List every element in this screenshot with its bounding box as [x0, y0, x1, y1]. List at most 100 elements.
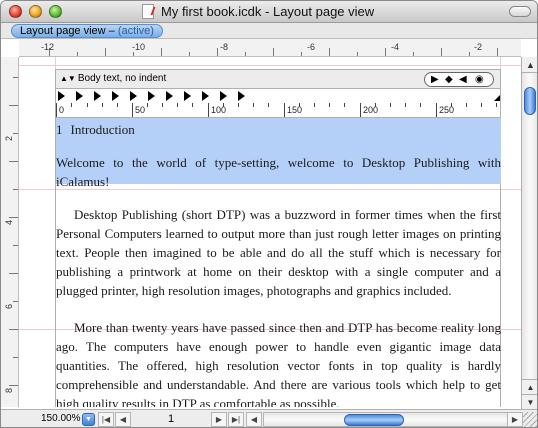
window-title: My first book.icdk - Layout page view — [161, 4, 375, 19]
tab-stop-marker[interactable] — [220, 91, 227, 101]
ruler-tick — [9, 105, 18, 106]
ruler-tick — [147, 103, 148, 107]
ruler-label: 2 — [4, 135, 14, 141]
scroll-up-arrow-icon[interactable]: ▲ — [522, 379, 537, 394]
ruler-label: -12 — [41, 42, 55, 52]
zoom-button[interactable] — [49, 5, 62, 18]
tab-stop-marker[interactable] — [238, 91, 245, 101]
first-page-button[interactable]: |◀ — [98, 412, 114, 427]
ruler-tick — [9, 385, 18, 386]
horizontal-ruler[interactable]: -12 -10 -8 -6 -4 -2 — [19, 39, 521, 57]
view-tab-strip: Layout page view – (active) — [1, 23, 537, 39]
ruler-tick — [133, 52, 134, 56]
ruler-tick — [208, 103, 209, 117]
ruler-label: -2 — [474, 42, 483, 52]
tab-separator: – — [105, 25, 118, 37]
ruler-tick — [9, 161, 18, 162]
vertical-scrollbar[interactable]: ▲ ▲ ▼ — [521, 57, 537, 411]
ruler-tick — [329, 48, 330, 56]
ruler-tick — [436, 103, 437, 117]
ruler-tick — [77, 52, 78, 56]
ruler-label: -4 — [391, 42, 400, 52]
body-paragraph[interactable]: Desktop Publishing (short DTP) was a buz… — [56, 205, 501, 300]
tab-stop-marker[interactable] — [184, 91, 191, 101]
ruler-tick — [357, 52, 358, 56]
paragraph-style-select[interactable]: ▲▼ Body text, no indent — [60, 73, 166, 84]
paragraph-style-value: Body text, no indent — [77, 73, 167, 84]
ruler-tick — [245, 52, 246, 56]
tab-stop-marker[interactable] — [76, 91, 83, 101]
zoom-level[interactable]: 150.00% — [41, 413, 80, 424]
scroll-left-arrow-icon[interactable]: ◀ — [246, 412, 262, 427]
ruler-tick — [420, 103, 421, 107]
right-indent-marker[interactable] — [494, 95, 500, 101]
chapter-title: Introduction — [70, 122, 135, 137]
ruler-tick — [385, 48, 386, 56]
ruler-label: 0 — [59, 105, 65, 115]
status-bar: 150.00% ▼ |◀ ◀ 1 ▶ ▶| ◀ ▶ — [1, 409, 537, 427]
ruler-tick — [13, 245, 18, 246]
ruler-tick — [329, 103, 330, 107]
decimal-tab-icon[interactable]: ◉ — [475, 73, 484, 87]
vertical-scroll-thumb[interactable] — [524, 87, 536, 115]
tab-stop-marker[interactable] — [166, 91, 173, 101]
close-button[interactable] — [9, 5, 22, 18]
align-right-triangle-icon[interactable]: ▶ — [431, 73, 439, 87]
tab-stops-bar[interactable] — [55, 89, 501, 103]
ruler-tick — [192, 103, 193, 107]
vertical-ruler[interactable]: 2 4 6 8 — [1, 57, 19, 407]
ruler-label: 150 — [287, 105, 303, 115]
horizontal-scrollbar[interactable] — [263, 412, 509, 427]
text-frame-ruler[interactable]: 0 50 100 150 200 250 — [55, 103, 501, 118]
ruler-tick — [87, 103, 88, 107]
ruler-tick — [481, 103, 482, 107]
ruler-tick — [9, 217, 18, 218]
tab-stop-marker[interactable] — [112, 91, 119, 101]
page-number-field[interactable]: 1 — [151, 413, 191, 425]
title-bar[interactable]: My first book.icdk - Layout page view — [1, 1, 537, 23]
layout-page-canvas[interactable]: ▲▼ Body text, no indent ▶ ◆ ◀ ◉ 0 50 100… — [19, 57, 521, 407]
selected-paragraph[interactable]: Welcome to the world of type-setting, we… — [56, 153, 501, 191]
ruler-tick — [284, 103, 285, 117]
ruler-label: -8 — [220, 42, 229, 52]
ruler-tick — [413, 52, 414, 56]
chapter-number: 1 — [56, 122, 63, 137]
last-page-button[interactable]: ▶| — [228, 412, 244, 427]
toolbar-toggle-button[interactable] — [509, 6, 531, 17]
zoom-dropdown-button[interactable]: ▼ — [82, 413, 95, 426]
minimize-button[interactable] — [29, 5, 42, 18]
alignment-button-group: ▶ ◆ ◀ ◉ — [424, 72, 494, 87]
tab-stop-marker[interactable] — [202, 91, 209, 101]
tab-stop-marker[interactable] — [148, 91, 155, 101]
body-paragraph[interactable]: More than twenty years have passed since… — [56, 318, 501, 407]
ruler-tick — [466, 103, 467, 107]
ruler-label: 6 — [4, 303, 14, 309]
align-left-triangle-icon[interactable]: ◀ — [459, 73, 467, 87]
ruler-tick — [9, 273, 18, 274]
ruler-tick — [469, 52, 470, 56]
document-proxy-icon[interactable] — [142, 4, 154, 19]
scroll-up-arrow-icon[interactable]: ▲ — [522, 57, 537, 73]
horizontal-scroll-thumb[interactable] — [344, 414, 404, 426]
tab-stop-marker[interactable] — [130, 91, 137, 101]
tab-stop-marker[interactable] — [58, 91, 65, 101]
text-frame[interactable]: 1 Introduction Welcome to the world of ty… — [55, 118, 501, 407]
align-diamond-icon[interactable]: ◆ — [445, 73, 453, 87]
ruler-tick — [217, 48, 218, 56]
ruler-tick — [71, 103, 72, 107]
resize-grip-icon[interactable] — [523, 412, 537, 427]
ruler-tick — [497, 48, 498, 56]
scroll-right-arrow-icon[interactable]: ▶ — [507, 412, 523, 427]
margin-guide — [19, 65, 521, 66]
ruler-tick — [13, 301, 18, 302]
scroll-down-arrow-icon[interactable]: ▼ — [522, 394, 537, 409]
next-page-button[interactable]: ▶ — [211, 412, 227, 427]
ruler-label: -10 — [132, 42, 146, 52]
ruler-tick — [273, 48, 274, 56]
ruler-label: 8 — [4, 387, 14, 393]
tab-layout-page-view[interactable]: Layout page view – (active) — [11, 24, 163, 38]
tab-stop-marker[interactable] — [94, 91, 101, 101]
ruler-tick — [253, 103, 254, 107]
previous-page-button[interactable]: ◀ — [115, 412, 131, 427]
chapter-heading[interactable]: 1 Introduction — [56, 120, 135, 139]
